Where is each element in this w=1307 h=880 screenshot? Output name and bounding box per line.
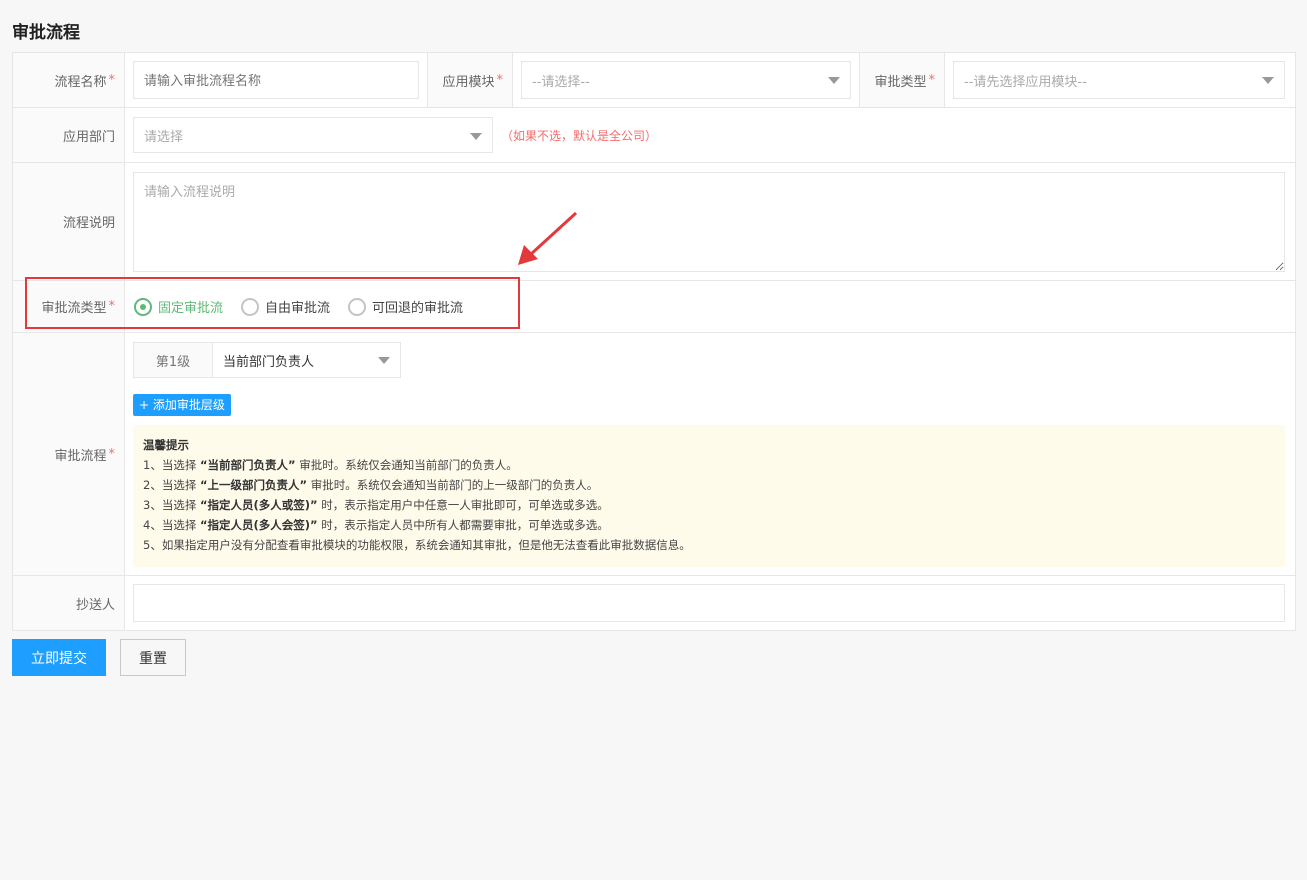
submit-button[interactable]: 立即提交 (12, 639, 106, 676)
required-mark: * (496, 72, 504, 88)
tip-item: 4、当选择 “指定人员(多人会签)” 时，表示指定人员中所有人都需要审批，可单选… (143, 518, 609, 532)
department-label: 应用部门 (13, 108, 125, 162)
description-label: 流程说明 (13, 163, 125, 280)
flow-name-input[interactable] (133, 61, 419, 99)
tip-item: 3、当选择 “指定人员(多人或签)” 时，表示指定用户中任意一人审批即可，可单选… (143, 498, 609, 512)
flow-label: 审批流程 * (13, 333, 125, 575)
row-department: 应用部门 请选择 （如果不选，默认是全公司） (13, 108, 1295, 163)
chevron-down-icon (1262, 77, 1274, 84)
annotation-arrow-icon (518, 211, 578, 265)
required-mark: * (928, 72, 936, 88)
chevron-down-icon (828, 77, 840, 84)
reset-button[interactable]: 重置 (120, 639, 186, 676)
level-approver-select[interactable]: 当前部门负责人 (213, 343, 400, 377)
add-level-button[interactable]: + 添加审批层级 (133, 394, 231, 416)
department-hint: （如果不选，默认是全公司） (501, 128, 658, 143)
cc-input[interactable] (133, 584, 1285, 622)
chevron-down-icon (470, 133, 482, 140)
row-cc: 抄送人 (13, 576, 1295, 630)
required-mark: * (108, 72, 116, 88)
chevron-down-icon (378, 357, 390, 364)
department-select[interactable]: 请选择 (133, 117, 493, 153)
approval-form: 流程名称* 应用模块* --请选择-- 审批类型* --请先选择应用模块-- 应… (12, 52, 1296, 631)
module-select[interactable]: --请选择-- (521, 61, 851, 99)
row-basic: 流程名称* 应用模块* --请选择-- 审批类型* --请先选择应用模块-- (13, 53, 1295, 108)
tip-item: 2、当选择 “上一级部门负责人” 审批时。系统仅会通知当前部门的上一级部门的负责… (143, 478, 599, 492)
page-title: 审批流程 (12, 23, 80, 43)
cc-label: 抄送人 (13, 576, 125, 630)
name-label: 流程名称 * (13, 53, 125, 107)
approval-type-label: 审批类型 * (859, 53, 945, 107)
highlight-box (25, 277, 520, 329)
row-flow: 审批流程 * 第1级 当前部门负责人 + 添加审批层级 温馨提示 1、当选择 “当… (13, 333, 1295, 576)
tip-item: 1、当选择 “当前部门负责人” 审批时。系统仅会通知当前部门的负责人。 (143, 458, 518, 472)
tip-item: 5、如果指定用户没有分配查看审批模块的功能权限，系统会通知其审批，但是他无法查看… (143, 538, 691, 552)
required-mark: * (108, 446, 116, 462)
approval-type-select[interactable]: --请先选择应用模块-- (953, 61, 1285, 99)
description-textarea[interactable] (133, 171, 1285, 272)
row-description: 流程说明 (13, 163, 1295, 281)
module-label: 应用模块 * (427, 53, 513, 107)
approval-level-row: 第1级 当前部门负责人 (133, 342, 401, 378)
tips-title: 温馨提示 (143, 438, 189, 452)
tips-box: 温馨提示 1、当选择 “当前部门负责人” 审批时。系统仅会通知当前部门的负责人。… (133, 425, 1285, 567)
level-label: 第1级 (134, 343, 213, 377)
